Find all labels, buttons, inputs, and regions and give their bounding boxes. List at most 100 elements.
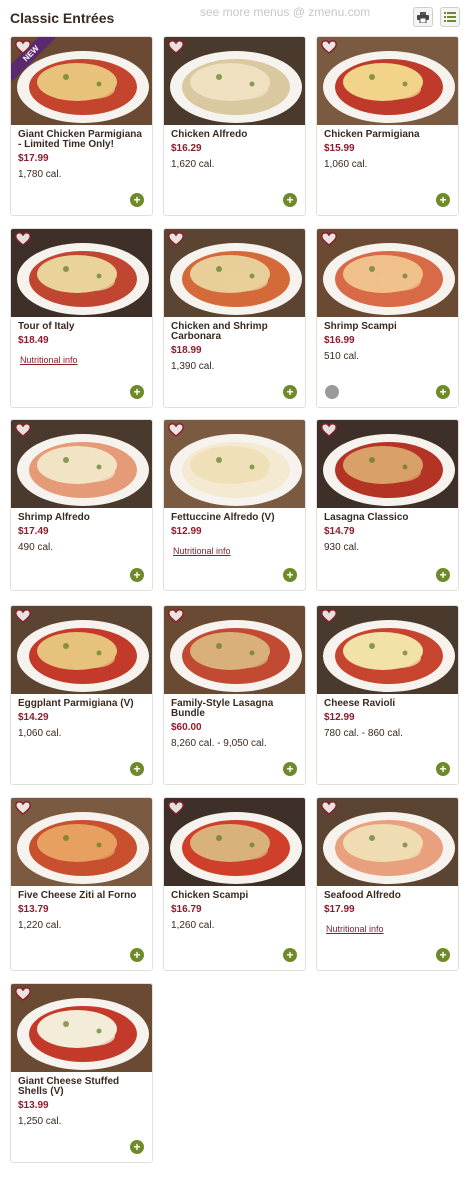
menu-item-card[interactable]: Cheese Ravioli $12.99 780 cal. - 860 cal. + [316, 605, 459, 785]
page-title: Classic Entrées [10, 10, 115, 26]
page-header: Classic Entrées see more menus @ zmenu.c… [0, 0, 474, 36]
dish-image [317, 606, 458, 694]
menu-item-card[interactable]: Chicken Parmigiana $15.99 1,060 cal. + [316, 36, 459, 216]
dish-photo[interactable] [164, 229, 305, 317]
add-to-order-button[interactable]: + [283, 762, 297, 776]
add-to-order-button[interactable]: + [283, 193, 297, 207]
add-to-order-button[interactable]: + [436, 193, 450, 207]
favorite-heart-icon[interactable] [168, 801, 184, 815]
favorite-heart-icon[interactable] [321, 609, 337, 623]
list-view-icon [444, 12, 456, 22]
menu-item-card[interactable]: NEW Giant Chicken Parmigiana - Limited Ti… [10, 36, 153, 216]
dish-photo[interactable] [164, 798, 305, 886]
dish-name: Cheese Ravioli [324, 698, 396, 709]
dish-calories: 8,260 cal. - 9,050 cal. [171, 738, 267, 749]
dish-photo[interactable] [317, 420, 458, 508]
plus-icon: + [133, 193, 141, 207]
menu-item-card[interactable]: Tour of Italy $18.49 Nutritional info + [10, 228, 153, 408]
print-button[interactable] [413, 7, 433, 27]
add-to-order-button[interactable]: + [283, 385, 297, 399]
dish-name: Chicken Scampi [171, 890, 249, 901]
add-to-order-button[interactable]: + [436, 762, 450, 776]
plus-icon: + [439, 762, 447, 776]
dish-image [317, 37, 458, 125]
favorite-heart-icon[interactable] [168, 40, 184, 54]
menu-item-card[interactable]: Shrimp Scampi $16.99 510 cal. + [316, 228, 459, 408]
dish-image [317, 798, 458, 886]
dish-photo[interactable] [317, 606, 458, 694]
favorite-heart-icon[interactable] [168, 423, 184, 437]
add-to-order-button[interactable]: + [283, 568, 297, 582]
dish-calories: 1,780 cal. [18, 169, 62, 180]
favorite-heart-icon[interactable] [15, 423, 31, 437]
dish-name: Seafood Alfredo [324, 890, 401, 901]
plus-icon: + [133, 948, 141, 962]
favorite-heart-icon[interactable] [15, 232, 31, 246]
add-to-order-button[interactable]: + [130, 385, 144, 399]
menu-item-card[interactable]: Chicken Alfredo $16.29 1,620 cal. + [163, 36, 306, 216]
dish-photo[interactable] [11, 606, 152, 694]
plus-icon: + [286, 762, 294, 776]
dish-photo[interactable] [164, 420, 305, 508]
nutritional-info-link[interactable]: Nutritional info [173, 546, 231, 556]
dish-image [317, 229, 458, 317]
dish-name: Chicken and Shrimp Carbonara [171, 321, 268, 342]
dish-photo[interactable] [164, 37, 305, 125]
favorite-heart-icon[interactable] [321, 40, 337, 54]
add-to-order-button[interactable]: + [130, 1140, 144, 1154]
dish-calories: 1,390 cal. [171, 361, 215, 372]
menu-item-card[interactable]: Lasagna Classico $14.79 930 cal. + [316, 419, 459, 591]
list-view-button[interactable] [440, 7, 460, 27]
dish-photo[interactable] [11, 229, 152, 317]
menu-item-card[interactable]: Chicken Scampi $16.79 1,260 cal. + [163, 797, 306, 971]
menu-item-card[interactable]: Giant Cheese Stuffed Shells (V) $13.99 1,2… [10, 983, 153, 1163]
add-to-order-button[interactable]: + [130, 193, 144, 207]
nutritional-info-link[interactable]: Nutritional info [20, 355, 78, 365]
nutritional-info-link[interactable]: Nutritional info [326, 924, 384, 934]
dish-image [11, 229, 152, 317]
dish-price: $14.79 [324, 526, 355, 537]
printer-icon [417, 11, 429, 23]
dish-photo[interactable] [317, 37, 458, 125]
plus-icon: + [439, 193, 447, 207]
favorite-heart-icon[interactable] [321, 423, 337, 437]
favorite-heart-icon[interactable] [321, 801, 337, 815]
menu-item-card[interactable]: Eggplant Parmigiana (V) $14.29 1,060 cal. + [10, 605, 153, 785]
add-to-order-button[interactable]: + [436, 948, 450, 962]
favorite-heart-icon[interactable] [15, 801, 31, 815]
menu-item-card[interactable]: Seafood Alfredo $17.99 Nutritional info + [316, 797, 459, 971]
dish-photo[interactable] [11, 420, 152, 508]
dish-calories: 490 cal. [18, 542, 54, 553]
favorite-heart-icon[interactable] [168, 609, 184, 623]
dish-photo[interactable] [164, 606, 305, 694]
dish-photo[interactable] [11, 798, 152, 886]
menu-item-card[interactable]: Shrimp Alfredo $17.49 490 cal. + [10, 419, 153, 591]
add-to-order-button[interactable]: + [130, 568, 144, 582]
add-to-order-button[interactable]: + [130, 762, 144, 776]
plus-icon: + [439, 385, 447, 399]
favorite-heart-icon[interactable] [15, 40, 31, 54]
dish-photo[interactable] [11, 984, 152, 1072]
dish-price: $16.99 [324, 335, 355, 346]
favorite-heart-icon[interactable] [321, 232, 337, 246]
dish-photo[interactable] [317, 798, 458, 886]
dish-price: $17.99 [18, 153, 49, 164]
dish-calories: 510 cal. [324, 351, 360, 362]
add-to-order-button[interactable]: + [130, 948, 144, 962]
menu-item-card[interactable]: Family-Style Lasagna Bundle $60.00 8,260 c… [163, 605, 306, 785]
dish-photo[interactable] [317, 229, 458, 317]
menu-item-card[interactable]: Five Cheese Ziti al Forno $13.79 1,220 cal… [10, 797, 153, 971]
favorite-heart-icon[interactable] [15, 609, 31, 623]
add-to-order-button[interactable]: + [436, 568, 450, 582]
dish-price: $15.99 [324, 143, 355, 154]
dish-price: $12.99 [171, 526, 202, 537]
add-to-order-button[interactable]: + [436, 385, 450, 399]
dish-calories: 780 cal. - 860 cal. [324, 728, 403, 739]
favorite-heart-icon[interactable] [15, 987, 31, 1001]
menu-item-card[interactable]: Fettuccine Alfredo (V) $12.99 Nutritional … [163, 419, 306, 591]
dish-price: $14.29 [18, 712, 49, 723]
favorite-heart-icon[interactable] [168, 232, 184, 246]
menu-item-card[interactable]: Chicken and Shrimp Carbonara $18.99 1,390 … [163, 228, 306, 408]
add-to-order-button[interactable]: + [283, 948, 297, 962]
dish-name: Chicken Parmigiana [324, 129, 420, 140]
